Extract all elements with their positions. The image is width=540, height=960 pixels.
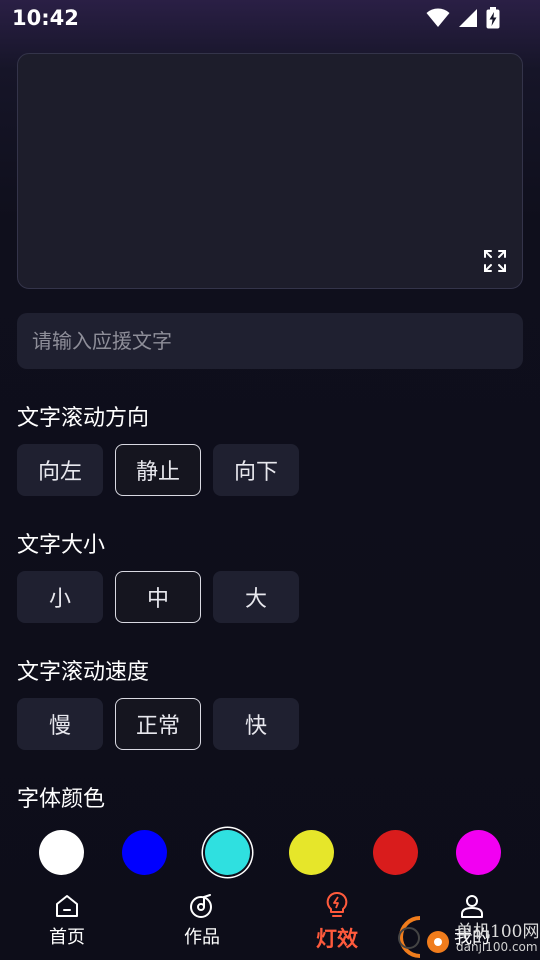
color-swatch-blue[interactable] — [122, 830, 167, 875]
bulb-icon — [326, 891, 348, 917]
watermark-logo-icon — [398, 916, 449, 958]
watermark-title: 单机100网 — [456, 922, 540, 942]
direction-title: 文字滚动方向 — [17, 406, 150, 431]
battery-charging-icon — [486, 7, 500, 29]
fullscreen-icon[interactable] — [482, 248, 508, 274]
size-options: 小 中 大 — [17, 571, 299, 623]
color-swatch-red[interactable] — [373, 830, 418, 875]
nav-item-light-effects[interactable]: 灯效 — [292, 891, 382, 953]
color-swatch-yellow[interactable] — [289, 830, 334, 875]
status-time: 10:42 — [12, 6, 79, 30]
nav-item-home[interactable]: 首页 — [22, 893, 112, 949]
nav-item-works[interactable]: 作品 — [157, 893, 247, 949]
speed-title: 文字滚动速度 — [17, 660, 150, 685]
watermark-url: danji100.com — [456, 940, 538, 954]
speed-normal-button[interactable]: 正常 — [115, 698, 201, 750]
color-swatch-cyan[interactable] — [205, 830, 250, 875]
cellular-signal-icon — [459, 9, 477, 27]
speed-options: 慢 正常 快 — [17, 698, 299, 750]
speed-slow-button[interactable]: 慢 — [17, 698, 103, 750]
size-medium-button[interactable]: 中 — [115, 571, 201, 623]
size-small-button[interactable]: 小 — [17, 571, 103, 623]
music-disc-icon — [190, 894, 212, 918]
direction-static-button[interactable]: 静止 — [115, 444, 201, 496]
speed-fast-button[interactable]: 快 — [213, 698, 299, 750]
nav-label-light-effects: 灯效 — [316, 927, 358, 951]
led-preview-panel — [17, 53, 523, 289]
direction-options: 向左 静止 向下 — [17, 444, 299, 496]
nav-label-works: 作品 — [184, 927, 220, 948]
wifi-icon — [426, 8, 450, 27]
font-color-title: 字体颜色 — [17, 787, 106, 812]
color-swatch-magenta[interactable] — [456, 830, 501, 875]
nav-label-home: 首页 — [49, 927, 85, 948]
color-swatches — [17, 828, 523, 876]
status-icons — [426, 7, 500, 29]
cheer-text-input[interactable] — [17, 313, 523, 369]
home-icon — [56, 895, 78, 917]
watermark: 单机100网 danji100.com — [390, 912, 540, 960]
status-bar: 10:42 — [0, 0, 540, 36]
size-title: 文字大小 — [17, 533, 106, 558]
direction-down-button[interactable]: 向下 — [213, 444, 299, 496]
direction-left-button[interactable]: 向左 — [17, 444, 103, 496]
size-large-button[interactable]: 大 — [213, 571, 299, 623]
color-swatch-white[interactable] — [39, 830, 84, 875]
